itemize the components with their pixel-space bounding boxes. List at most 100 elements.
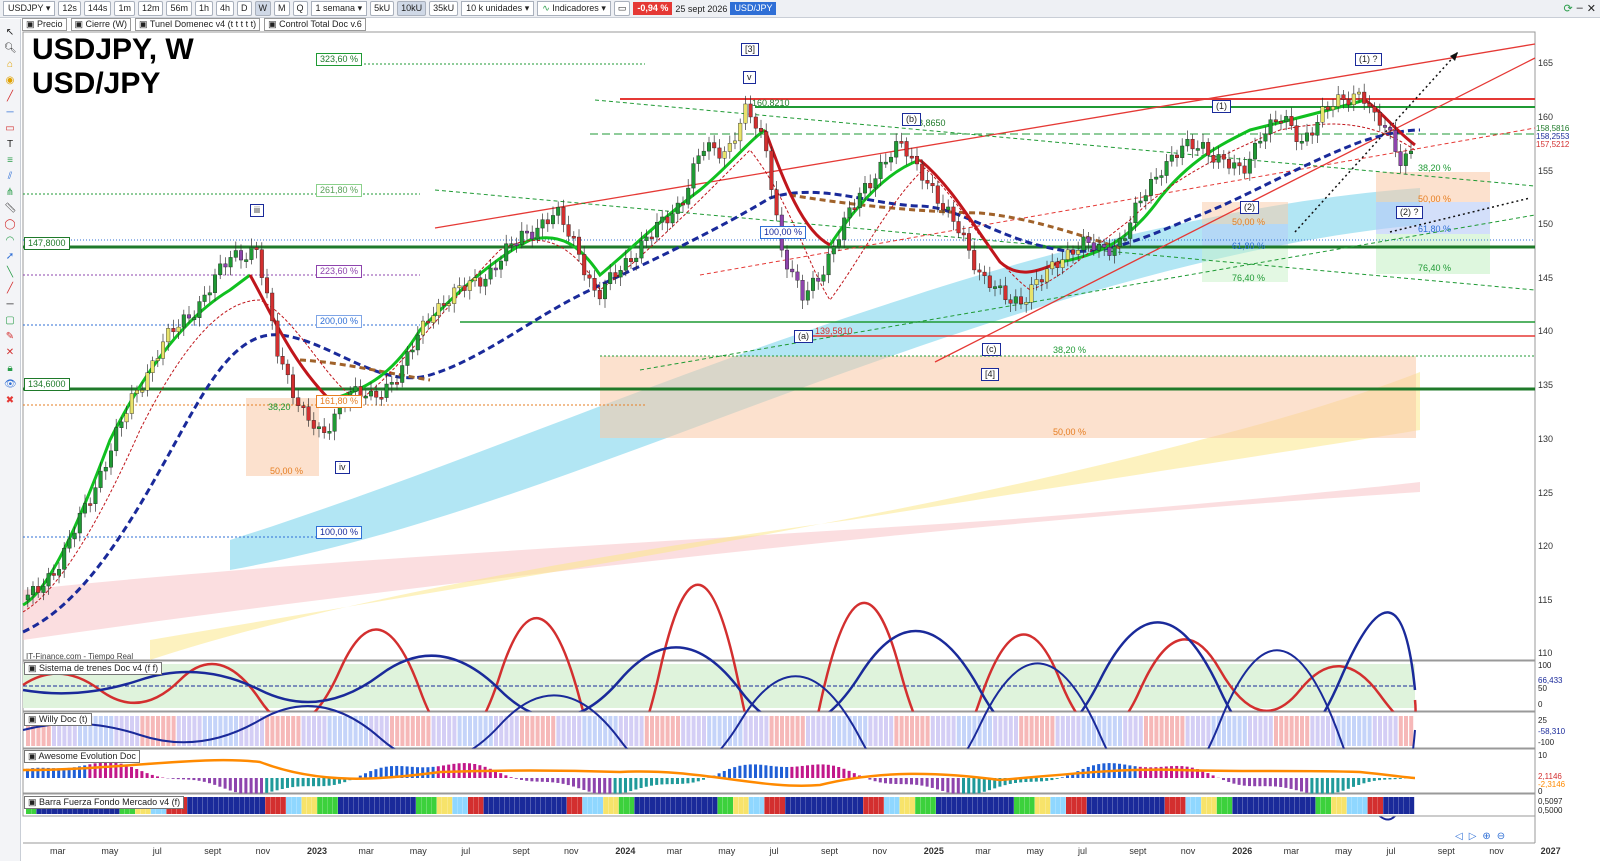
barra-bar	[951, 797, 957, 814]
candle	[1346, 99, 1351, 106]
barra-bar	[702, 797, 707, 814]
awesome-bar	[260, 778, 263, 794]
barra-bar	[1263, 797, 1269, 814]
candle	[421, 320, 426, 336]
willy-bar	[1123, 716, 1128, 746]
willy-bar	[863, 716, 868, 746]
willy-bar	[660, 716, 665, 746]
candle	[660, 216, 665, 223]
awesome-bar	[764, 765, 768, 778]
willy-bar	[104, 716, 108, 746]
candle	[124, 413, 129, 423]
candle	[535, 227, 540, 240]
price-chart[interactable]	[0, 0, 1600, 861]
last-price-3: 157,5212	[1536, 140, 1570, 149]
barra-bar	[852, 797, 858, 814]
barra-bar	[1268, 797, 1274, 814]
willy-bar	[213, 716, 218, 746]
barra-bar	[967, 797, 973, 814]
indicator-willy-icon: ▣	[28, 714, 37, 724]
candle	[1034, 279, 1039, 285]
time-axis-label: may	[1026, 846, 1044, 856]
candle	[1252, 142, 1257, 160]
indicator-label-trains: ▣ Sistema de trenes Doc v4 (f f)	[24, 662, 163, 675]
barra-bar	[540, 797, 546, 814]
willy-bar	[1040, 716, 1044, 746]
awesome-bar	[364, 773, 367, 778]
barra-bar	[509, 797, 515, 814]
awesome-bar	[1367, 778, 1371, 782]
willy-bar	[1071, 716, 1076, 746]
candle	[1029, 284, 1034, 303]
barra-bar	[1154, 797, 1160, 814]
zoom-in-icon[interactable]: ⊕	[1482, 831, 1490, 842]
candle	[790, 268, 795, 273]
awesome-bar	[655, 778, 659, 785]
willy-bar	[1060, 716, 1065, 746]
willy-bar	[286, 716, 290, 746]
willy-bar	[1107, 716, 1112, 746]
awesome-bar	[535, 778, 539, 782]
candle	[795, 271, 800, 281]
willy-val-current: -58,310	[1538, 727, 1566, 736]
barra-bar	[1201, 797, 1207, 814]
willy-bar	[509, 716, 514, 746]
barra-bar	[582, 797, 588, 814]
awesome-bar	[889, 778, 893, 784]
barra-bar	[1123, 797, 1129, 814]
awesome-bar	[1242, 778, 1246, 786]
willy-bar	[946, 716, 951, 746]
candle	[629, 258, 634, 262]
willy-bar	[639, 716, 644, 746]
candle	[816, 277, 821, 282]
candle	[441, 303, 446, 306]
candle	[1310, 132, 1315, 136]
wave-v: v	[743, 71, 756, 84]
willy-bar	[691, 716, 696, 746]
barra-bar	[436, 797, 442, 814]
candle	[941, 203, 946, 211]
awesome-bar	[265, 778, 269, 793]
awesome-bar	[811, 764, 815, 778]
awesome-bar	[1050, 778, 1054, 781]
awesome-bar	[592, 778, 596, 794]
willy-bar	[748, 716, 753, 746]
y-tick-160: 160	[1538, 112, 1554, 122]
barra-bar	[358, 797, 364, 814]
scroll-left-icon[interactable]: ◁	[1455, 831, 1463, 842]
candle	[540, 219, 545, 229]
candle	[920, 163, 925, 181]
barra-bar	[1253, 797, 1259, 814]
y-tick-150: 150	[1538, 219, 1554, 229]
willy-bar	[1164, 716, 1169, 746]
candle	[218, 263, 223, 275]
scroll-right-icon[interactable]: ▷	[1469, 831, 1477, 842]
willy-bar	[1268, 716, 1273, 746]
barra-bar	[717, 797, 723, 814]
barra-bar	[572, 797, 577, 814]
fib-label-61a: 61,80 %	[1232, 241, 1266, 251]
candle	[176, 326, 181, 333]
data-credit: IT-Finance.com - Tiempo Real	[26, 652, 134, 661]
candle	[317, 426, 322, 429]
candle	[493, 267, 498, 271]
zoom-out-icon[interactable]: ⊖	[1497, 831, 1505, 842]
willy-bar	[1206, 716, 1211, 746]
time-axis-label: nov	[1489, 846, 1504, 856]
willy-bar	[1133, 716, 1138, 746]
candle	[842, 217, 847, 240]
barra-bar	[681, 797, 687, 814]
candle	[1232, 162, 1237, 169]
awesome-bar	[946, 778, 950, 793]
willy-bar	[1237, 716, 1242, 746]
barra-bar	[1409, 797, 1415, 814]
awesome-bar	[1279, 778, 1283, 788]
barra-val-1: 0,5097	[1538, 797, 1563, 806]
barra-bar	[618, 797, 624, 814]
barra-bar	[312, 797, 317, 814]
willy-bar	[1034, 716, 1039, 746]
willy-bar	[1118, 716, 1122, 746]
barra-bar	[733, 797, 739, 814]
candle	[57, 569, 62, 576]
willy-bar	[400, 716, 405, 746]
